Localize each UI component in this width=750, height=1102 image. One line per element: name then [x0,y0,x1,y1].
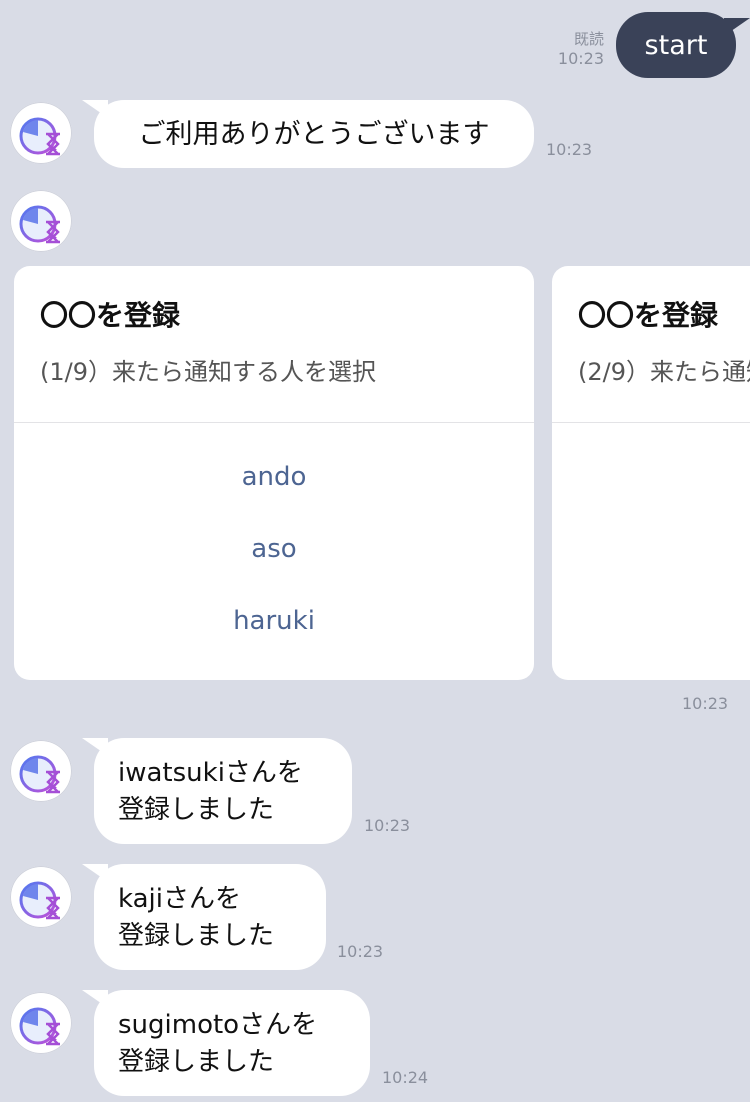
message-time: 10:23 [546,140,593,159]
bot-avatar[interactable] [10,866,72,928]
incoming-message-bubble[interactable]: ご利用ありがとうございます [94,100,534,168]
read-label: 既読 [573,30,604,48]
card-action-ando[interactable]: ando [14,462,534,492]
card-title: 〇〇を登録 [40,299,181,332]
read-receipt: 既読 10:23 [548,30,604,68]
message-time: 10:23 [557,49,604,68]
incoming-message-text: ご利用ありがとうございます [138,118,490,150]
carousel-card: 〇〇を登録 (2/9）来たら通知する人を選択 [552,266,750,680]
message-time: 10:23 [364,816,411,835]
message-time: 10:23 [337,942,384,961]
incoming-message-bubble[interactable]: kajiさんを 登録しました [94,864,326,970]
card-title: 〇〇を登録 [578,299,719,332]
message-line: 登録しました [118,1047,275,1077]
bot-avatar[interactable] [10,992,72,1054]
message-line: kajiさんを [118,884,241,914]
bot-avatar[interactable] [10,740,72,802]
timer-hourglass-icon [19,111,60,156]
bot-avatar[interactable] [10,190,72,252]
message-time: 10:24 [382,1068,429,1087]
incoming-message-bubble[interactable]: iwatsukiさんを 登録しました [94,738,352,844]
incoming-message-bubble[interactable]: sugimotoさんを 登録しました [94,990,370,1096]
message-time: 10:23 [682,694,729,713]
message-line: sugimotoさんを [118,1010,318,1040]
outgoing-message-text: start [644,29,708,61]
timer-hourglass-icon [19,749,60,794]
timer-hourglass-icon [19,199,60,244]
card-subtitle: (1/9）来たら通知する人を選択 [40,358,376,386]
outgoing-message-bubble[interactable]: start [616,12,736,78]
message-line: iwatsukiさんを [118,758,303,788]
bot-avatar[interactable] [10,102,72,164]
card-action-aso[interactable]: aso [14,534,534,564]
message-line: 登録しました [118,795,275,825]
card-action-haruki[interactable]: haruki [14,606,534,636]
outgoing-bubble-tail [724,18,750,36]
timer-hourglass-icon [19,875,60,920]
card-subtitle: (2/9）来たら通知する人を選択 [578,358,750,386]
card-divider [14,422,534,423]
message-line: 登録しました [118,921,275,951]
card-divider [552,422,750,423]
timer-hourglass-icon [19,1001,60,1046]
carousel-card: 〇〇を登録 (1/9）来たら通知する人を選択 ando aso haruki [14,266,534,680]
